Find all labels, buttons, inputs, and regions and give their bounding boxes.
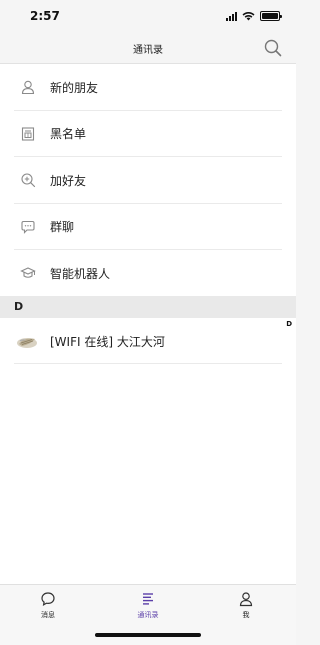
message-icon xyxy=(41,592,55,606)
avatar xyxy=(17,338,37,348)
nav-bar: 通讯录 xyxy=(0,34,296,64)
tab-label: 通讯录 xyxy=(137,611,159,619)
menu-item-label: 黑名单 xyxy=(50,127,87,142)
home-indicator xyxy=(95,633,201,637)
wifi-icon xyxy=(242,12,255,21)
section-letter: D xyxy=(14,300,24,313)
divider xyxy=(14,363,282,364)
profile-icon xyxy=(239,592,253,607)
status-icons xyxy=(226,11,282,21)
person-icon xyxy=(21,80,35,95)
menu-item-robot[interactable]: 智能机器人 xyxy=(0,250,296,297)
tab-messages[interactable]: 消息 xyxy=(18,591,78,620)
menu-item-add-friend[interactable]: 加好友 xyxy=(0,157,296,204)
status-time: 2:57 xyxy=(30,9,60,23)
status-bar: 2:57 xyxy=(0,0,296,34)
menu-item-blacklist[interactable]: 黑名单 xyxy=(0,111,296,157)
menu-item-label: 新的朋友 xyxy=(50,80,99,95)
menu-item-label: 智能机器人 xyxy=(50,266,111,281)
menu-item-label: 群聊 xyxy=(50,220,75,235)
tab-profile[interactable]: 我 xyxy=(216,591,276,620)
blacklist-icon xyxy=(21,127,35,141)
contacts-content: 新的朋友 黑名单 加好友 群聊 智能机器人 D D [WIFI 在线] 大江大河 xyxy=(0,64,296,584)
battery-icon xyxy=(260,11,282,21)
menu-item-group-chat[interactable]: 群聊 xyxy=(0,204,296,250)
signal-icon xyxy=(226,11,237,21)
page-title: 通讯录 xyxy=(133,45,163,56)
tab-contacts[interactable]: 通讯录 xyxy=(118,591,178,620)
search-icon[interactable] xyxy=(264,39,282,57)
group-chat-icon xyxy=(21,220,35,234)
menu-item-label: 加好友 xyxy=(50,173,87,188)
contact-name: [WIFI 在线] 大江大河 xyxy=(50,335,165,349)
tab-label: 消息 xyxy=(41,611,55,619)
section-header: D xyxy=(0,296,296,318)
contacts-icon xyxy=(143,593,153,605)
menu-item-new-friends[interactable]: 新的朋友 xyxy=(0,64,296,111)
contact-row[interactable]: [WIFI 在线] 大江大河 xyxy=(0,318,296,364)
robot-icon xyxy=(20,267,36,279)
add-friend-search-icon xyxy=(21,173,36,188)
tab-bar: 消息 通讯录 我 xyxy=(0,584,296,645)
tab-label: 我 xyxy=(242,611,250,619)
